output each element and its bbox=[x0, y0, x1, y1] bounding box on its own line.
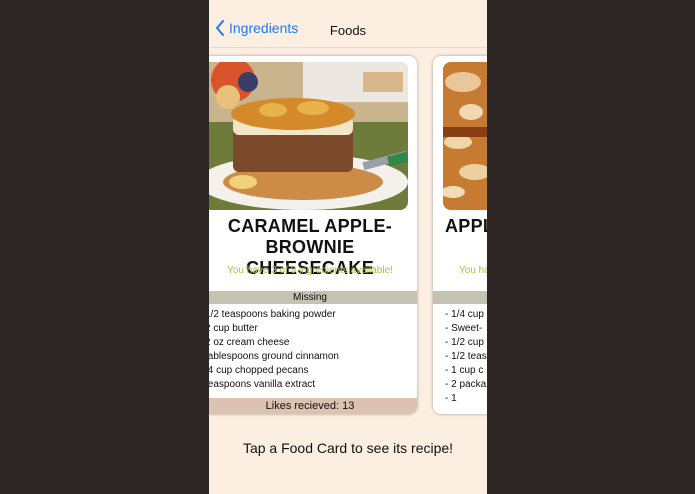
ingredient-list: - 1/4 cup - Sweet- - 1/2 cup - 1/2 teas … bbox=[433, 308, 487, 406]
list-item: - Sweet- bbox=[445, 323, 483, 334]
hint-text: Tap a Food Card to see its recipe! bbox=[242, 440, 454, 456]
food-photo bbox=[443, 62, 487, 210]
list-item: 1/2 teaspoons baking powder bbox=[209, 309, 336, 320]
list-item: teaspoons vanilla extract bbox=[209, 379, 316, 390]
navigation-bar: Ingredients Foods bbox=[209, 0, 487, 48]
ingredient-list: 1/2 teaspoons baking powder 2 cup butter… bbox=[209, 308, 417, 392]
page-title: Foods bbox=[329, 23, 367, 38]
food-title: APPL bbox=[445, 216, 487, 236]
availability-text: You have 3 of 9 ingredients available! bbox=[227, 265, 393, 276]
list-item: tablespoons ground cinnamon bbox=[209, 351, 339, 362]
list-item: - 1/2 teas bbox=[445, 351, 487, 362]
missing-header bbox=[433, 291, 487, 304]
list-item: - 1/2 cup bbox=[445, 337, 484, 348]
likes-counter: Likes recieved: 13 bbox=[209, 398, 417, 414]
list-item: /4 cup chopped pecans bbox=[209, 365, 309, 376]
food-photo bbox=[209, 62, 408, 210]
food-card[interactable]: APPL You ha - 1/4 cup - Sweet- - 1/2 cup… bbox=[433, 56, 487, 414]
list-item: 2 oz cream cheese bbox=[209, 337, 290, 348]
phone-screen: Ingredients Foods CARAMEL APPLE- BROWNIE… bbox=[209, 0, 487, 494]
list-item: - 1 cup c bbox=[445, 365, 484, 376]
missing-header: Missing bbox=[209, 291, 417, 304]
list-item: - 1/4 cup bbox=[445, 309, 484, 320]
list-item: - 1 bbox=[445, 393, 457, 404]
list-item: 2 cup butter bbox=[209, 323, 258, 334]
availability-text: You ha bbox=[459, 265, 487, 276]
list-item: - 2 packa bbox=[445, 379, 487, 390]
food-card[interactable]: CARAMEL APPLE- BROWNIE CHEESECAKE You ha… bbox=[209, 56, 417, 414]
